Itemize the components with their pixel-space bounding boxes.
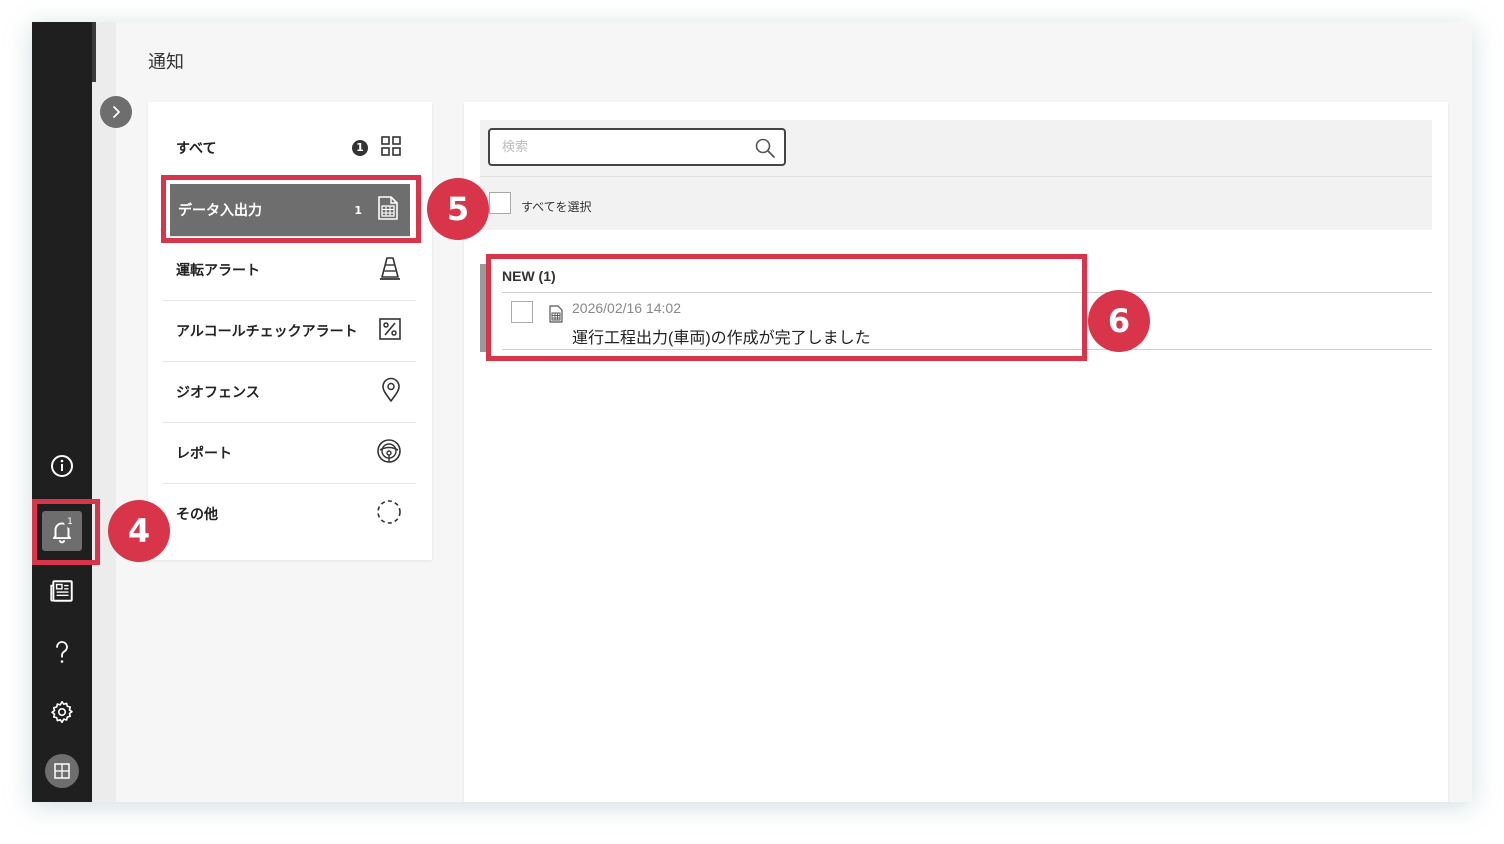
category-count-badge: 1 <box>352 140 368 156</box>
category-label: レポート <box>176 445 232 461</box>
scrollbar[interactable] <box>480 264 486 352</box>
info-icon <box>51 455 73 477</box>
callout-badge-6: 6 <box>1088 290 1150 352</box>
category-label: すべて <box>176 140 217 156</box>
item-divider <box>502 349 1432 350</box>
location-pin-icon <box>380 377 402 407</box>
building-icon <box>54 763 70 779</box>
notification-date: 2026/02/16 14:02 <box>572 300 681 316</box>
category-label: ジオフェンス <box>176 384 260 400</box>
category-item-all[interactable]: すべて 1 <box>162 118 416 179</box>
toolbar-divider <box>480 176 1432 177</box>
category-item-driving-alert[interactable]: 運転アラート <box>162 240 416 301</box>
news-button[interactable] <box>42 571 82 611</box>
notification-badge: 1 <box>64 516 76 528</box>
select-all-checkbox[interactable] <box>489 192 511 214</box>
search-box <box>488 128 786 166</box>
group-divider <box>502 292 1432 293</box>
newspaper-icon <box>50 580 73 602</box>
page-title: 通知 <box>148 52 184 72</box>
category-item-data-io[interactable]: データ入出力 1 <box>170 184 410 237</box>
grid-icon <box>380 135 402 161</box>
expand-sidebar-button[interactable] <box>100 96 132 128</box>
help-button[interactable] <box>42 632 82 672</box>
spreadsheet-icon <box>548 305 564 327</box>
category-item-other[interactable]: その他 <box>162 484 416 544</box>
callout-badge-5: 5 <box>427 178 489 240</box>
gutter-tab <box>92 22 96 82</box>
spreadsheet-icon <box>376 195 400 225</box>
search-icon[interactable] <box>754 137 776 163</box>
traffic-cone-icon <box>378 255 402 285</box>
select-all-label: すべてを選択 <box>521 200 592 214</box>
category-label: アルコールチェックアラート <box>176 323 358 339</box>
category-item-geofence[interactable]: ジオフェンス <box>162 362 416 423</box>
chevron-right-icon <box>113 106 120 118</box>
callout-badge-4: 4 <box>108 500 170 562</box>
panel-gutter <box>92 22 116 802</box>
app-window: 1 通知 すべて 1 データ入出力 1 運転アラート アルコールチェックアラート… <box>32 22 1472 802</box>
dashed-circle-icon <box>376 499 402 529</box>
new-group-header: NEW (1) <box>502 268 556 284</box>
search-input[interactable] <box>500 138 744 155</box>
global-sidebar: 1 <box>32 22 92 802</box>
info-button[interactable] <box>42 446 82 486</box>
question-mark-icon <box>56 641 68 663</box>
notification-message: 運行工程出力(車両)の作成が完了しました <box>572 330 871 347</box>
category-item-report[interactable]: レポート <box>162 423 416 484</box>
category-label: 運転アラート <box>176 262 260 278</box>
category-count: 1 <box>354 203 362 217</box>
category-label: その他 <box>176 506 218 522</box>
settings-button[interactable] <box>42 692 82 732</box>
category-panel: すべて 1 データ入出力 1 運転アラート アルコールチェックアラート ジオフェ… <box>148 102 432 560</box>
notification-list-panel: すべてを選択 NEW (1) 2026/02/16 14:02 運行工程出力(車… <box>464 102 1448 802</box>
main-area: 通知 すべて 1 データ入出力 1 運転アラート アルコールチェックアラート ジ… <box>92 22 1472 802</box>
account-avatar[interactable] <box>45 754 79 788</box>
notification-button[interactable]: 1 <box>42 511 82 551</box>
percent-icon <box>378 317 402 345</box>
steering-wheel-icon <box>376 438 402 468</box>
gear-icon <box>51 700 73 724</box>
category-item-alcohol-check-alert[interactable]: アルコールチェックアラート <box>162 301 416 362</box>
notification-checkbox[interactable] <box>511 301 533 323</box>
list-toolbar: すべてを選択 <box>480 120 1432 230</box>
category-label: データ入出力 <box>178 202 262 218</box>
